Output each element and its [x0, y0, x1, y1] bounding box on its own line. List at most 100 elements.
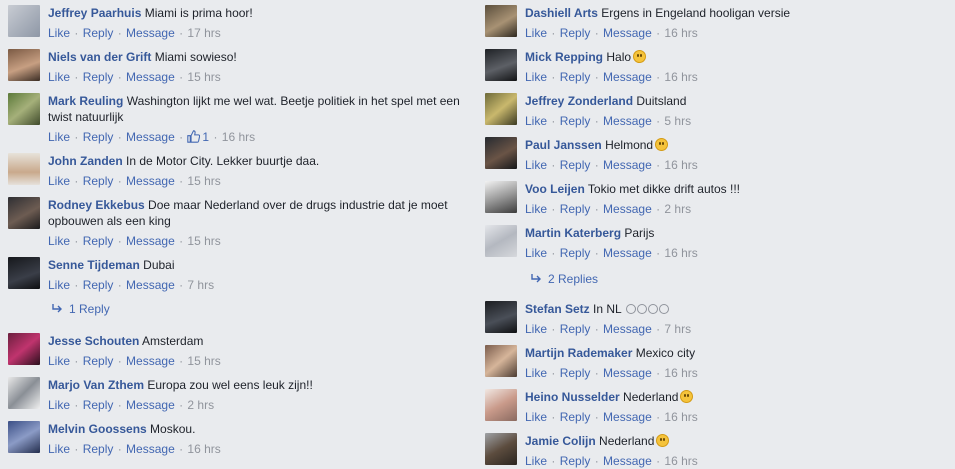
comment-author[interactable]: Voo Leijen: [525, 182, 585, 196]
comment-author[interactable]: Paul Janssen: [525, 138, 602, 152]
comment-author[interactable]: Stefan Setz: [525, 302, 590, 316]
message-button[interactable]: Message: [603, 158, 652, 172]
view-replies-link[interactable]: 1 Reply: [52, 301, 110, 317]
like-button[interactable]: Like: [48, 70, 70, 84]
like-button[interactable]: Like: [525, 26, 547, 40]
comment-time[interactable]: 15 hrs: [187, 174, 220, 188]
like-button[interactable]: Like: [525, 410, 547, 424]
reply-button[interactable]: Reply: [560, 322, 591, 336]
comment-time[interactable]: 16 hrs: [664, 410, 697, 424]
reply-button[interactable]: Reply: [83, 398, 114, 412]
message-button[interactable]: Message: [126, 278, 175, 292]
like-button[interactable]: Like: [48, 398, 70, 412]
avatar[interactable]: [8, 5, 40, 37]
comment-author[interactable]: Jesse Schouten: [48, 334, 139, 348]
reply-button[interactable]: Reply: [560, 114, 591, 128]
reply-button[interactable]: Reply: [83, 354, 114, 368]
comment-time[interactable]: 15 hrs: [187, 354, 220, 368]
message-button[interactable]: Message: [126, 442, 175, 456]
avatar[interactable]: [485, 389, 517, 421]
comment-author[interactable]: Niels van der Grift: [48, 50, 151, 64]
message-button[interactable]: Message: [126, 70, 175, 84]
comment-author[interactable]: Mark Reuling: [48, 94, 123, 108]
reply-button[interactable]: Reply: [83, 174, 114, 188]
comment-time[interactable]: 16 hrs: [664, 158, 697, 172]
message-button[interactable]: Message: [603, 202, 652, 216]
comment-time[interactable]: 7 hrs: [187, 278, 214, 292]
message-button[interactable]: Message: [126, 234, 175, 248]
avatar[interactable]: [485, 137, 517, 169]
avatar[interactable]: [8, 257, 40, 289]
avatar[interactable]: [8, 49, 40, 81]
like-button[interactable]: Like: [525, 246, 547, 260]
comment-author[interactable]: Dashiell Arts: [525, 6, 598, 20]
avatar[interactable]: [8, 93, 40, 125]
like-button[interactable]: Like: [48, 442, 70, 456]
avatar[interactable]: [8, 333, 40, 365]
avatar[interactable]: [485, 301, 517, 333]
like-button[interactable]: Like: [48, 130, 70, 144]
avatar[interactable]: [8, 153, 40, 185]
comment-author[interactable]: Rodney Ekkebus: [48, 198, 145, 212]
like-button[interactable]: Like: [48, 26, 70, 40]
comment-author[interactable]: Jamie Colijn: [525, 434, 596, 448]
comment-time[interactable]: 16 hrs: [187, 442, 220, 456]
like-button[interactable]: Like: [525, 322, 547, 336]
reply-button[interactable]: Reply: [83, 70, 114, 84]
avatar[interactable]: [485, 345, 517, 377]
avatar[interactable]: [8, 377, 40, 409]
comment-author[interactable]: Jeffrey Paarhuis: [48, 6, 141, 20]
comment-author[interactable]: Senne Tijdeman: [48, 258, 140, 272]
avatar[interactable]: [8, 197, 40, 229]
comment-time[interactable]: 16 hrs: [664, 366, 697, 380]
comment-time[interactable]: 16 hrs: [222, 130, 255, 144]
message-button[interactable]: Message: [126, 354, 175, 368]
comment-author[interactable]: John Zanden: [48, 154, 123, 168]
message-button[interactable]: Message: [603, 366, 652, 380]
avatar[interactable]: [485, 49, 517, 81]
comment-author[interactable]: Martin Katerberg: [525, 226, 621, 240]
like-button[interactable]: Like: [48, 234, 70, 248]
message-button[interactable]: Message: [126, 26, 175, 40]
reply-button[interactable]: Reply: [560, 246, 591, 260]
comment-time[interactable]: 7 hrs: [664, 322, 691, 336]
like-button[interactable]: Like: [48, 174, 70, 188]
message-button[interactable]: Message: [603, 246, 652, 260]
comment-time[interactable]: 16 hrs: [664, 26, 697, 40]
reply-button[interactable]: Reply: [83, 278, 114, 292]
comment-author[interactable]: Martijn Rademaker: [525, 346, 632, 360]
reply-button[interactable]: Reply: [83, 130, 114, 144]
comment-time[interactable]: 15 hrs: [187, 234, 220, 248]
comment-author[interactable]: Heino Nusselder: [525, 390, 620, 404]
avatar[interactable]: [485, 181, 517, 213]
avatar[interactable]: [485, 225, 517, 257]
comment-author[interactable]: Melvin Goossens: [48, 422, 147, 436]
message-button[interactable]: Message: [603, 26, 652, 40]
reply-button[interactable]: Reply: [83, 442, 114, 456]
message-button[interactable]: Message: [126, 130, 175, 144]
comment-time[interactable]: 2 hrs: [664, 202, 691, 216]
reply-button[interactable]: Reply: [560, 26, 591, 40]
like-button[interactable]: Like: [525, 366, 547, 380]
comment-time[interactable]: 5 hrs: [664, 114, 691, 128]
message-button[interactable]: Message: [603, 410, 652, 424]
like-button[interactable]: Like: [525, 202, 547, 216]
like-button[interactable]: Like: [525, 70, 547, 84]
avatar[interactable]: [485, 433, 517, 465]
reply-button[interactable]: Reply: [560, 158, 591, 172]
like-button[interactable]: Like: [48, 354, 70, 368]
like-button[interactable]: Like: [48, 278, 70, 292]
reply-button[interactable]: Reply: [83, 234, 114, 248]
reply-button[interactable]: Reply: [560, 202, 591, 216]
like-button[interactable]: Like: [525, 114, 547, 128]
comment-time[interactable]: 15 hrs: [187, 70, 220, 84]
comment-time[interactable]: 16 hrs: [664, 246, 697, 260]
comment-author[interactable]: Jeffrey Zonderland: [525, 94, 633, 108]
avatar[interactable]: [485, 93, 517, 125]
message-button[interactable]: Message: [603, 114, 652, 128]
comment-time[interactable]: 2 hrs: [187, 398, 214, 412]
reply-button[interactable]: Reply: [560, 410, 591, 424]
message-button[interactable]: Message: [126, 398, 175, 412]
view-replies-link[interactable]: 2 Replies: [531, 271, 598, 287]
message-button[interactable]: Message: [126, 174, 175, 188]
